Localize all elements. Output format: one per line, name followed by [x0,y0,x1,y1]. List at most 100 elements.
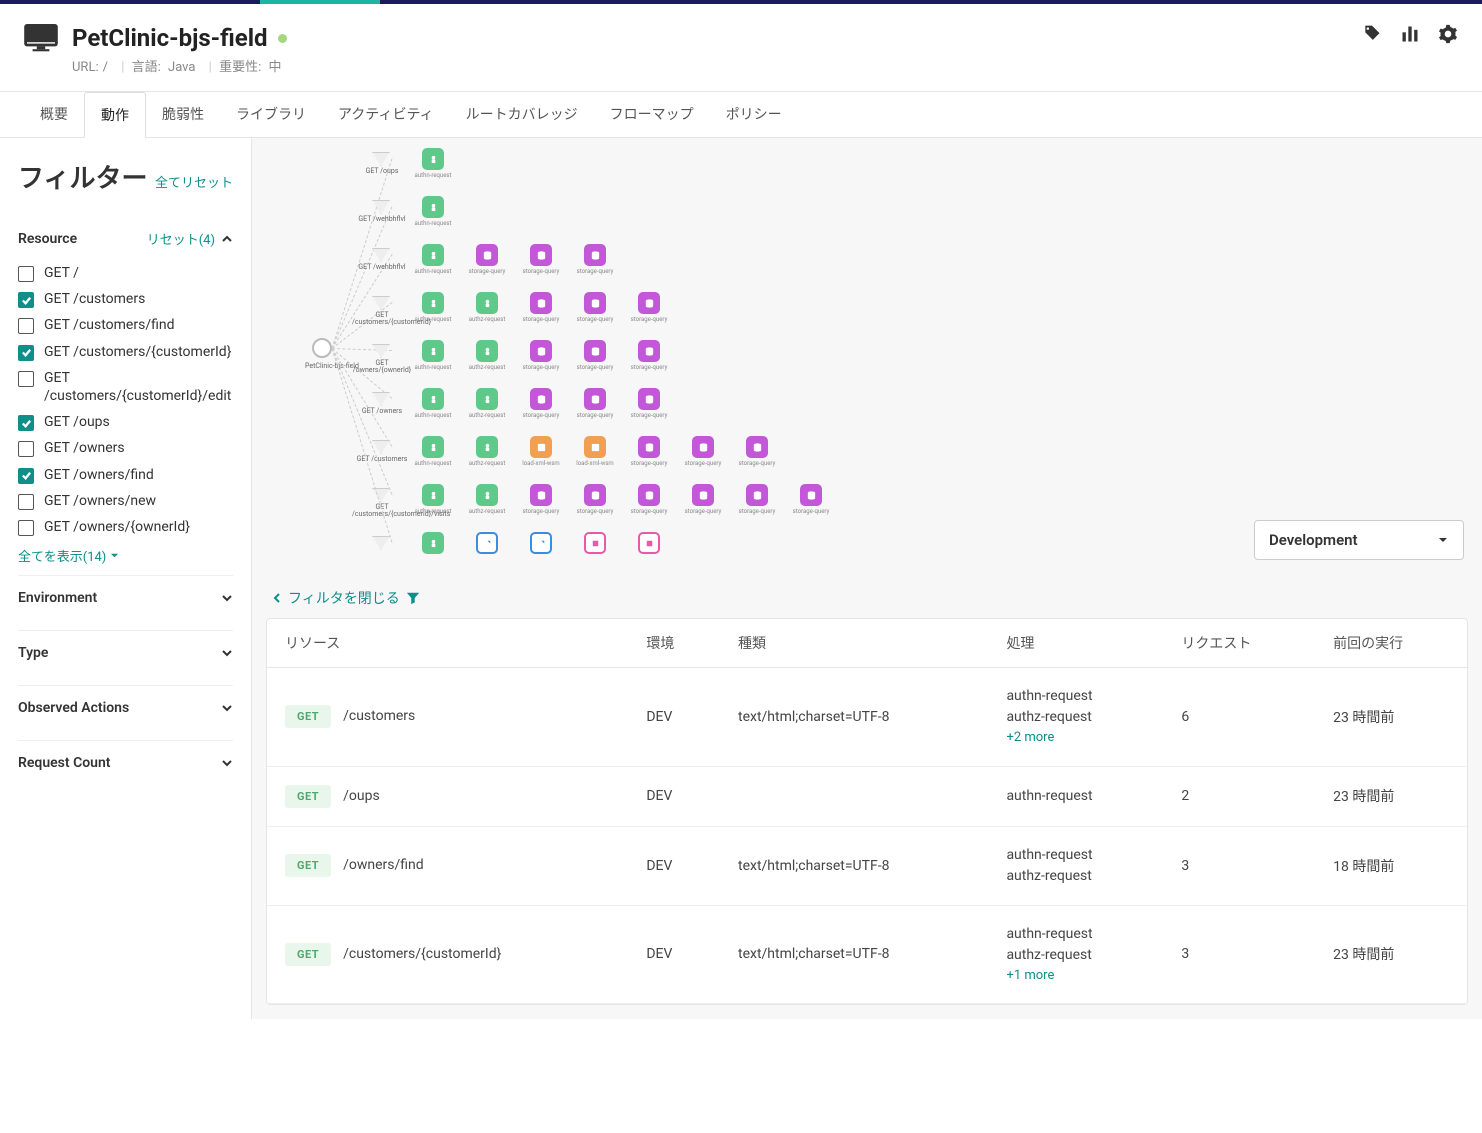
tab-1[interactable]: 動作 [84,92,146,138]
checkbox[interactable] [18,441,34,457]
flow-node[interactable]: storage-query [584,340,606,362]
checkbox[interactable] [18,318,34,334]
flow-method-node[interactable] [372,344,390,358]
flow-node[interactable]: authn-request [422,292,444,314]
flow-node[interactable]: authn-request [422,148,444,170]
filter-section-head[interactable]: Environment [18,576,233,620]
more-link[interactable]: +2 more [1006,728,1145,748]
flow-node[interactable]: storage-query [584,292,606,314]
flow-node[interactable]: authz-request [476,388,498,410]
flow-node[interactable]: authn-request [422,244,444,266]
table-row[interactable]: GET/customers/{customerId}DEVtext/html;c… [267,905,1467,1004]
gear-icon[interactable] [1438,24,1458,44]
flow-node[interactable]: authn-request [422,436,444,458]
table-header[interactable]: リソース [267,619,628,668]
table-row[interactable]: GET/oupsDEVauthn-request223 時間前 [267,766,1467,826]
checkbox[interactable] [18,494,34,510]
resource-checkbox-0[interactable]: GET / [18,264,233,282]
flow-node[interactable] [638,532,660,554]
close-filter-link[interactable]: フィルタを閉じる [252,578,1482,618]
flow-node[interactable]: storage-query [746,436,768,458]
checkbox[interactable] [18,415,34,431]
flow-method-node[interactable] [372,248,390,262]
checkbox[interactable] [18,468,34,484]
flow-node[interactable]: storage-query [692,484,714,506]
flow-node[interactable]: storage-query [584,484,606,506]
flow-method-node[interactable] [372,536,390,550]
resource-checkbox-5[interactable]: GET /oups [18,413,233,431]
checkbox[interactable] [18,292,34,308]
flow-node[interactable]: storage-query [530,244,552,266]
tab-6[interactable]: フローマップ [594,92,710,137]
table-header[interactable]: 処理 [988,619,1163,668]
more-link[interactable]: +1 more [1006,966,1145,986]
checkbox[interactable] [18,371,34,387]
table-header[interactable]: 環境 [628,619,720,668]
flow-node[interactable]: storage-query [638,436,660,458]
tag-icon[interactable] [1362,24,1382,44]
flow-node[interactable]: authz-request [476,340,498,362]
resource-checkbox-8[interactable]: GET /owners/new [18,492,233,510]
flow-method-node[interactable] [372,392,390,406]
flow-node[interactable]: storage-query [746,484,768,506]
flow-node[interactable]: load-xml-wsm [530,436,552,458]
environment-select[interactable]: Development [1254,520,1464,560]
flow-node[interactable]: authn-request [422,388,444,410]
reset-resource-link[interactable]: リセット(4) [147,229,215,248]
resource-checkbox-1[interactable]: GET /customers [18,290,233,308]
filter-section-head-resource[interactable]: Resource リセット(4) [18,219,233,258]
flow-node[interactable]: storage-query [638,388,660,410]
flow-node[interactable]: authz-request [476,484,498,506]
flow-node[interactable] [584,532,606,554]
resource-checkbox-6[interactable]: GET /owners [18,439,233,457]
flow-node[interactable]: storage-query [638,340,660,362]
resource-checkbox-2[interactable]: GET /customers/find [18,316,233,334]
flow-node[interactable]: storage-query [530,340,552,362]
flow-node[interactable]: storage-query [638,484,660,506]
checkbox[interactable] [18,266,34,282]
flow-node[interactable]: authn-request [422,196,444,218]
flow-node[interactable] [476,532,498,554]
table-row[interactable]: GET/customersDEVtext/html;charset=UTF-8a… [267,668,1467,767]
flow-node[interactable]: storage-query [638,292,660,314]
flow-node[interactable] [422,532,444,554]
flow-node[interactable]: storage-query [530,292,552,314]
tab-2[interactable]: 脆弱性 [146,92,220,137]
tab-0[interactable]: 概要 [24,92,84,137]
table-header[interactable]: リクエスト [1163,619,1315,668]
tab-7[interactable]: ポリシー [710,92,798,137]
flow-method-node[interactable] [372,296,390,310]
table-header[interactable]: 前回の実行 [1315,619,1467,668]
flowgraph[interactable]: PetClinic-bjs-field Development GET /oup… [252,138,1482,578]
stats-icon[interactable] [1400,24,1420,44]
flow-node[interactable]: authn-request [422,484,444,506]
flow-node[interactable]: storage-query [530,388,552,410]
flow-origin-node[interactable] [312,338,332,358]
flow-method-node[interactable] [372,200,390,214]
flow-node[interactable]: storage-query [584,244,606,266]
resource-checkbox-4[interactable]: GET /customers/{customerId}/edit [18,369,233,405]
flow-node[interactable]: storage-query [476,244,498,266]
tab-3[interactable]: ライブラリ [220,92,322,137]
tab-5[interactable]: ルートカバレッジ [450,92,594,137]
show-all-link[interactable]: 全てを表示(14) [18,546,233,565]
flow-node[interactable]: load-xml-wsm [584,436,606,458]
flow-node[interactable]: authz-request [476,292,498,314]
filter-section-head[interactable]: Type [18,631,233,675]
flow-node[interactable]: storage-query [530,484,552,506]
flow-node[interactable]: storage-query [800,484,822,506]
filter-section-head[interactable]: Request Count [18,741,233,785]
checkbox[interactable] [18,520,34,536]
flow-node[interactable]: authn-request [422,340,444,362]
flow-method-node[interactable] [372,152,390,166]
flow-node[interactable] [530,532,552,554]
checkbox[interactable] [18,345,34,361]
flow-node[interactable]: storage-query [584,388,606,410]
filter-section-head[interactable]: Observed Actions [18,686,233,730]
resource-checkbox-7[interactable]: GET /owners/find [18,466,233,484]
resource-checkbox-9[interactable]: GET /owners/{ownerId} [18,518,233,536]
flow-node[interactable]: authz-request [476,436,498,458]
resource-checkbox-3[interactable]: GET /customers/{customerId} [18,343,233,361]
table-header[interactable]: 種類 [720,619,988,668]
tab-4[interactable]: アクティビティ [322,92,450,137]
